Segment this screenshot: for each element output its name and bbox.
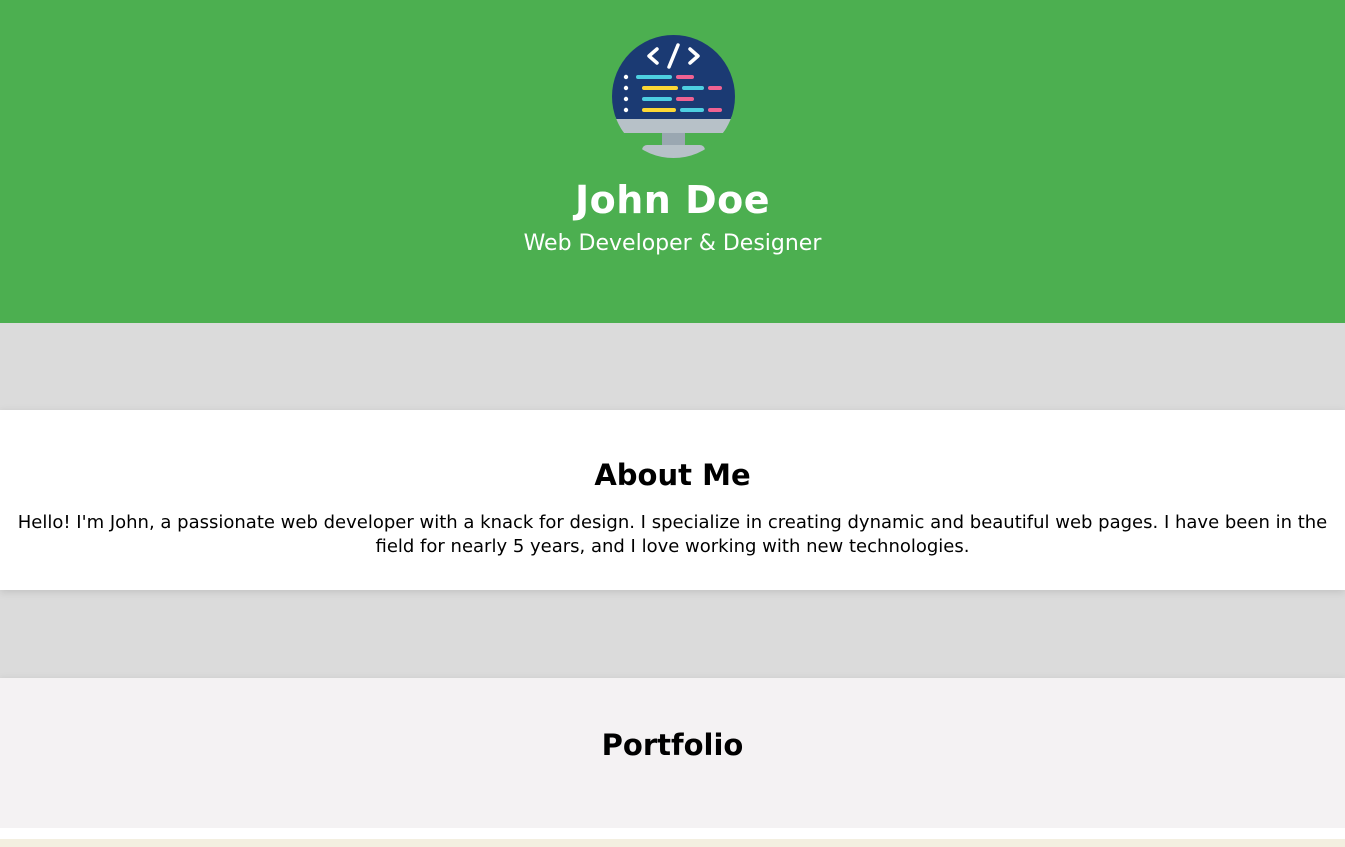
portfolio-section: Portfolio [0,678,1345,828]
profile-subtitle: Web Developer & Designer [523,231,822,256]
about-section: About Me Hello! I'm John, a passionate w… [0,410,1345,590]
section-divider [0,828,1345,839]
portfolio-title: Portfolio [601,728,744,762]
hero-header: John Doe Web Developer & Designer [0,0,1345,323]
about-text: Hello! I'm John, a passionate web develo… [17,512,1328,557]
next-section [0,839,1345,847]
code-monitor-icon [612,35,735,158]
profile-name: John Doe [574,178,770,222]
about-title: About Me [594,458,751,492]
